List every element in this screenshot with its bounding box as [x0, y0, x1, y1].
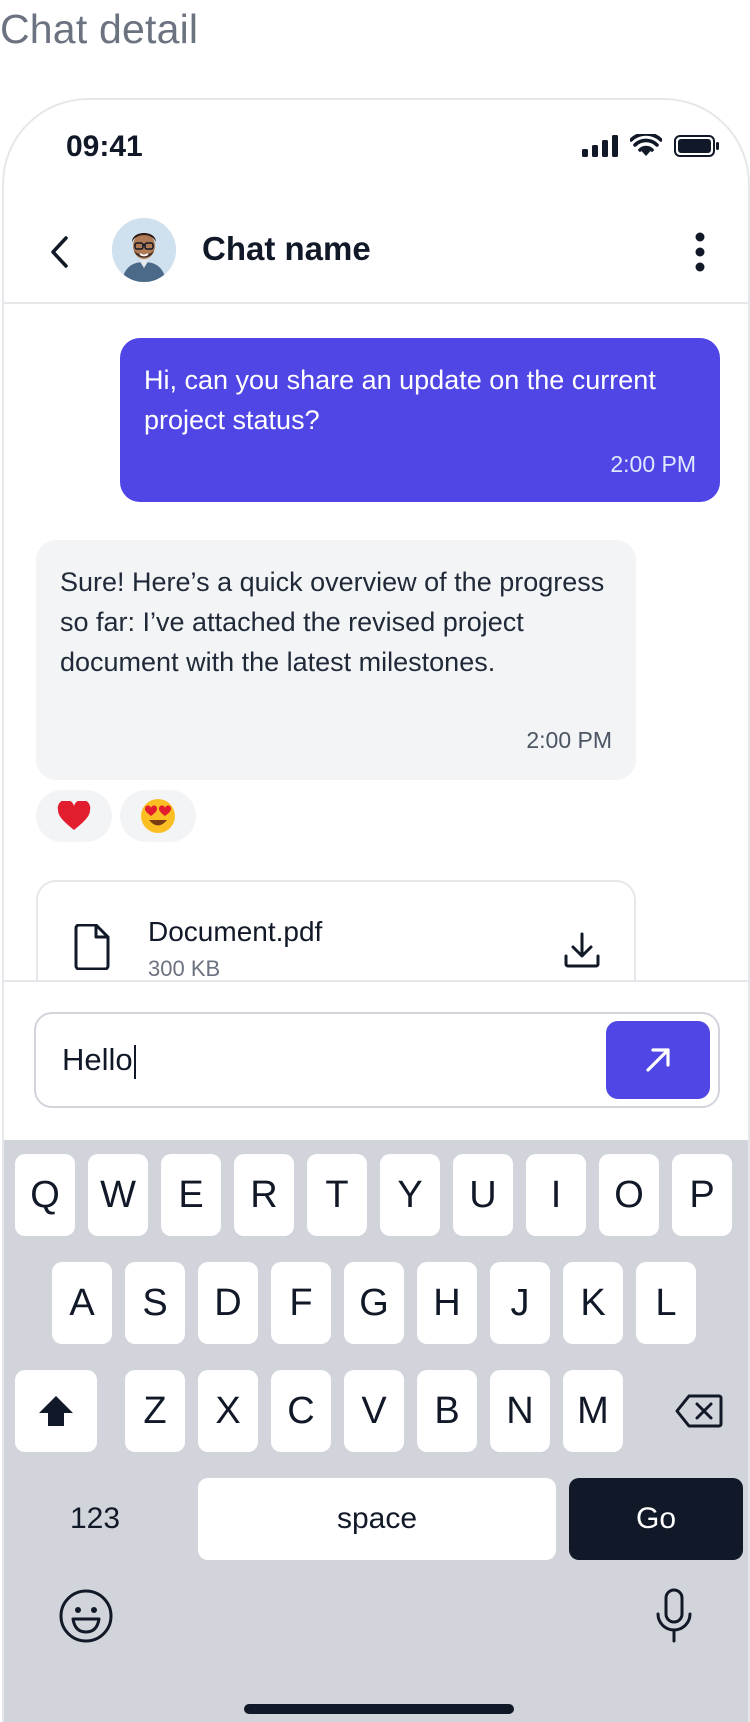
page-label: Chat detail [0, 6, 199, 52]
key-h[interactable]: H [417, 1262, 477, 1344]
go-key[interactable]: Go [569, 1478, 743, 1560]
key-v[interactable]: V [344, 1370, 404, 1452]
reaction-heart-eyes[interactable] [120, 790, 196, 842]
key-d[interactable]: D [198, 1262, 258, 1344]
key-y[interactable]: Y [380, 1154, 440, 1236]
message-input-text: Hello [62, 1042, 133, 1077]
message-time: 2:00 PM [610, 451, 696, 477]
more-vertical-icon [695, 232, 705, 272]
shift-key[interactable] [15, 1370, 97, 1452]
microphone-key[interactable] [638, 1580, 710, 1652]
message-list[interactable]: Hi, can you share an update on the curre… [4, 306, 748, 980]
more-options-button[interactable] [680, 226, 720, 278]
wifi-icon [629, 132, 663, 163]
space-key[interactable]: space [198, 1478, 556, 1560]
key-b[interactable]: B [417, 1370, 477, 1452]
key-n[interactable]: N [490, 1370, 550, 1452]
message-time: 2:00 PM [526, 727, 612, 753]
key-g[interactable]: G [344, 1262, 404, 1344]
key-u[interactable]: U [453, 1154, 513, 1236]
key-q[interactable]: Q [15, 1154, 75, 1236]
composer: Hello [4, 980, 748, 1140]
battery-icon [674, 135, 720, 162]
status-icons [582, 132, 720, 163]
chat-header: Chat name [4, 204, 748, 304]
person-avatar-icon [112, 218, 176, 282]
cellular-signal-icon [582, 135, 618, 162]
outgoing-message[interactable]: Hi, can you share an update on the curre… [120, 338, 720, 502]
heart-eyes-emoji-icon [141, 799, 175, 833]
message-input-value: Hello [62, 1042, 136, 1079]
key-f[interactable]: F [271, 1262, 331, 1344]
file-attachment[interactable]: Document.pdf 300 KB [36, 880, 636, 980]
key-i[interactable]: I [526, 1154, 586, 1236]
key-j[interactable]: J [490, 1262, 550, 1344]
file-size: 300 KB [148, 956, 221, 980]
key-r[interactable]: R [234, 1154, 294, 1236]
shift-arrow-icon [39, 1396, 73, 1426]
smiley-face-icon [59, 1589, 113, 1643]
key-z[interactable]: Z [125, 1370, 185, 1452]
message-text: Hi, can you share an update on the curre… [144, 365, 656, 435]
download-icon [564, 932, 600, 968]
incoming-message[interactable]: Sure! Here’s a quick overview of the pro… [36, 540, 636, 780]
heart-icon [57, 801, 91, 830]
backspace-icon [675, 1394, 723, 1428]
numbers-key[interactable]: 123 [15, 1478, 175, 1560]
key-k[interactable]: K [563, 1262, 623, 1344]
key-o[interactable]: O [599, 1154, 659, 1236]
key-l[interactable]: L [636, 1262, 696, 1344]
key-c[interactable]: C [271, 1370, 331, 1452]
chevron-left-icon [51, 236, 68, 268]
back-button[interactable] [36, 228, 84, 276]
send-button[interactable] [606, 1021, 710, 1099]
key-a[interactable]: A [52, 1262, 112, 1344]
text-caret [133, 1044, 136, 1079]
file-name: Document.pdf [148, 916, 323, 947]
download-button[interactable] [560, 928, 604, 972]
key-p[interactable]: P [672, 1154, 732, 1236]
message-text: Sure! Here’s a quick overview of the pro… [60, 567, 605, 677]
key-x[interactable]: X [198, 1370, 258, 1452]
on-screen-keyboard: Q W E R T Y U I O P A S D F G H J K L Z … [4, 1140, 748, 1722]
microphone-icon [656, 1588, 692, 1643]
reaction-heart[interactable] [36, 790, 112, 842]
arrow-up-right-icon [646, 1048, 670, 1072]
backspace-key[interactable] [654, 1370, 744, 1452]
key-m[interactable]: M [563, 1370, 623, 1452]
home-indicator [244, 1704, 514, 1714]
key-s[interactable]: S [125, 1262, 185, 1344]
avatar[interactable] [112, 218, 176, 282]
chat-name: Chat name [202, 230, 371, 267]
key-e[interactable]: E [161, 1154, 221, 1236]
key-t[interactable]: T [307, 1154, 367, 1236]
emoji-key[interactable] [50, 1580, 122, 1652]
message-input[interactable]: Hello [34, 1012, 720, 1108]
key-w[interactable]: W [88, 1154, 148, 1236]
file-icon [72, 923, 110, 975]
phone-frame: 09:41 Chat name Hi, can you share an upd… [2, 98, 750, 1722]
status-time: 09:41 [66, 130, 143, 163]
